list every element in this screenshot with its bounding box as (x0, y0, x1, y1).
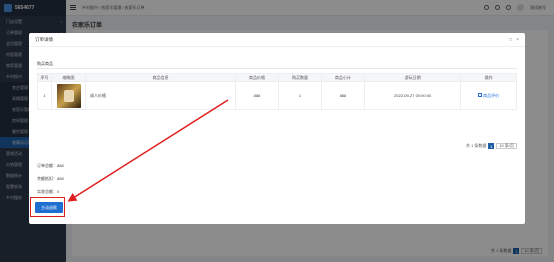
column-header: 游玩日期 (363, 73, 462, 82)
divider (37, 68, 517, 69)
product-image (56, 83, 81, 108)
row-qty: 1 (277, 81, 322, 110)
row-product-name: 成人价格 (85, 81, 236, 110)
row-date: 2022-09-27 00:00:00 (363, 81, 462, 110)
modal-header: 订单详情 □ × (29, 33, 525, 47)
column-header: 购买数量 (277, 73, 322, 82)
highlight-annotation (30, 197, 65, 217)
column-header: 缩略图 (51, 73, 86, 82)
row-subtotal: 888 (320, 81, 365, 110)
row-price: 888 (235, 81, 279, 110)
order-total: 订单总额：888 (37, 163, 64, 168)
maximize-icon[interactable]: □ (509, 37, 512, 43)
column-header: 序号 (37, 73, 52, 82)
modal-pager-size-select[interactable]: 10 条/页 (496, 143, 517, 149)
modal-pagination: 共 1 条数据 1 10 条/页 (466, 143, 517, 149)
row-index: 1 (37, 81, 52, 110)
column-header: 商品价格 (235, 73, 279, 82)
column-header: 商品小计 (320, 73, 365, 82)
balance-deduction: 余额抵扣：888 (37, 176, 64, 181)
goods-table: 序号 缩略图 商品信息 商品价格 购买数量 商品小计 游玩日期 操作 1 成人价格 888 1… (37, 73, 517, 110)
modal-pager-total: 共 1 条数据 (465, 143, 487, 148)
modal-pager-page[interactable]: 1 (488, 143, 495, 149)
section-title: 购买商品 (37, 61, 53, 66)
app-window: 5654677 门店设置›订单管理›会员管理›内容管理›商家管理›乡村振兴›农庄… (0, 0, 554, 262)
row-action[interactable]: 商品评价 (460, 81, 517, 110)
order-detail-modal: 订单详情 □ × 购买商品 序号 缩略图 商品信息 商品价格 购买数量 商品小计 游玩日期操… (29, 33, 525, 224)
table-row: 1 成人价格 888 1 888 2022-09-27 00:00:00 商品评… (37, 81, 517, 110)
column-header: 商品信息 (85, 73, 236, 82)
column-header: 操作 (460, 73, 517, 82)
order-totals: 订单总额：888 余额抵扣：888 实收总额：0 (37, 159, 64, 198)
review-link[interactable]: 商品评价 (483, 93, 499, 98)
row-thumbnail (51, 81, 86, 110)
review-icon (478, 93, 483, 98)
modal-title: 订单详情 (35, 36, 53, 42)
close-icon[interactable]: × (516, 37, 519, 43)
